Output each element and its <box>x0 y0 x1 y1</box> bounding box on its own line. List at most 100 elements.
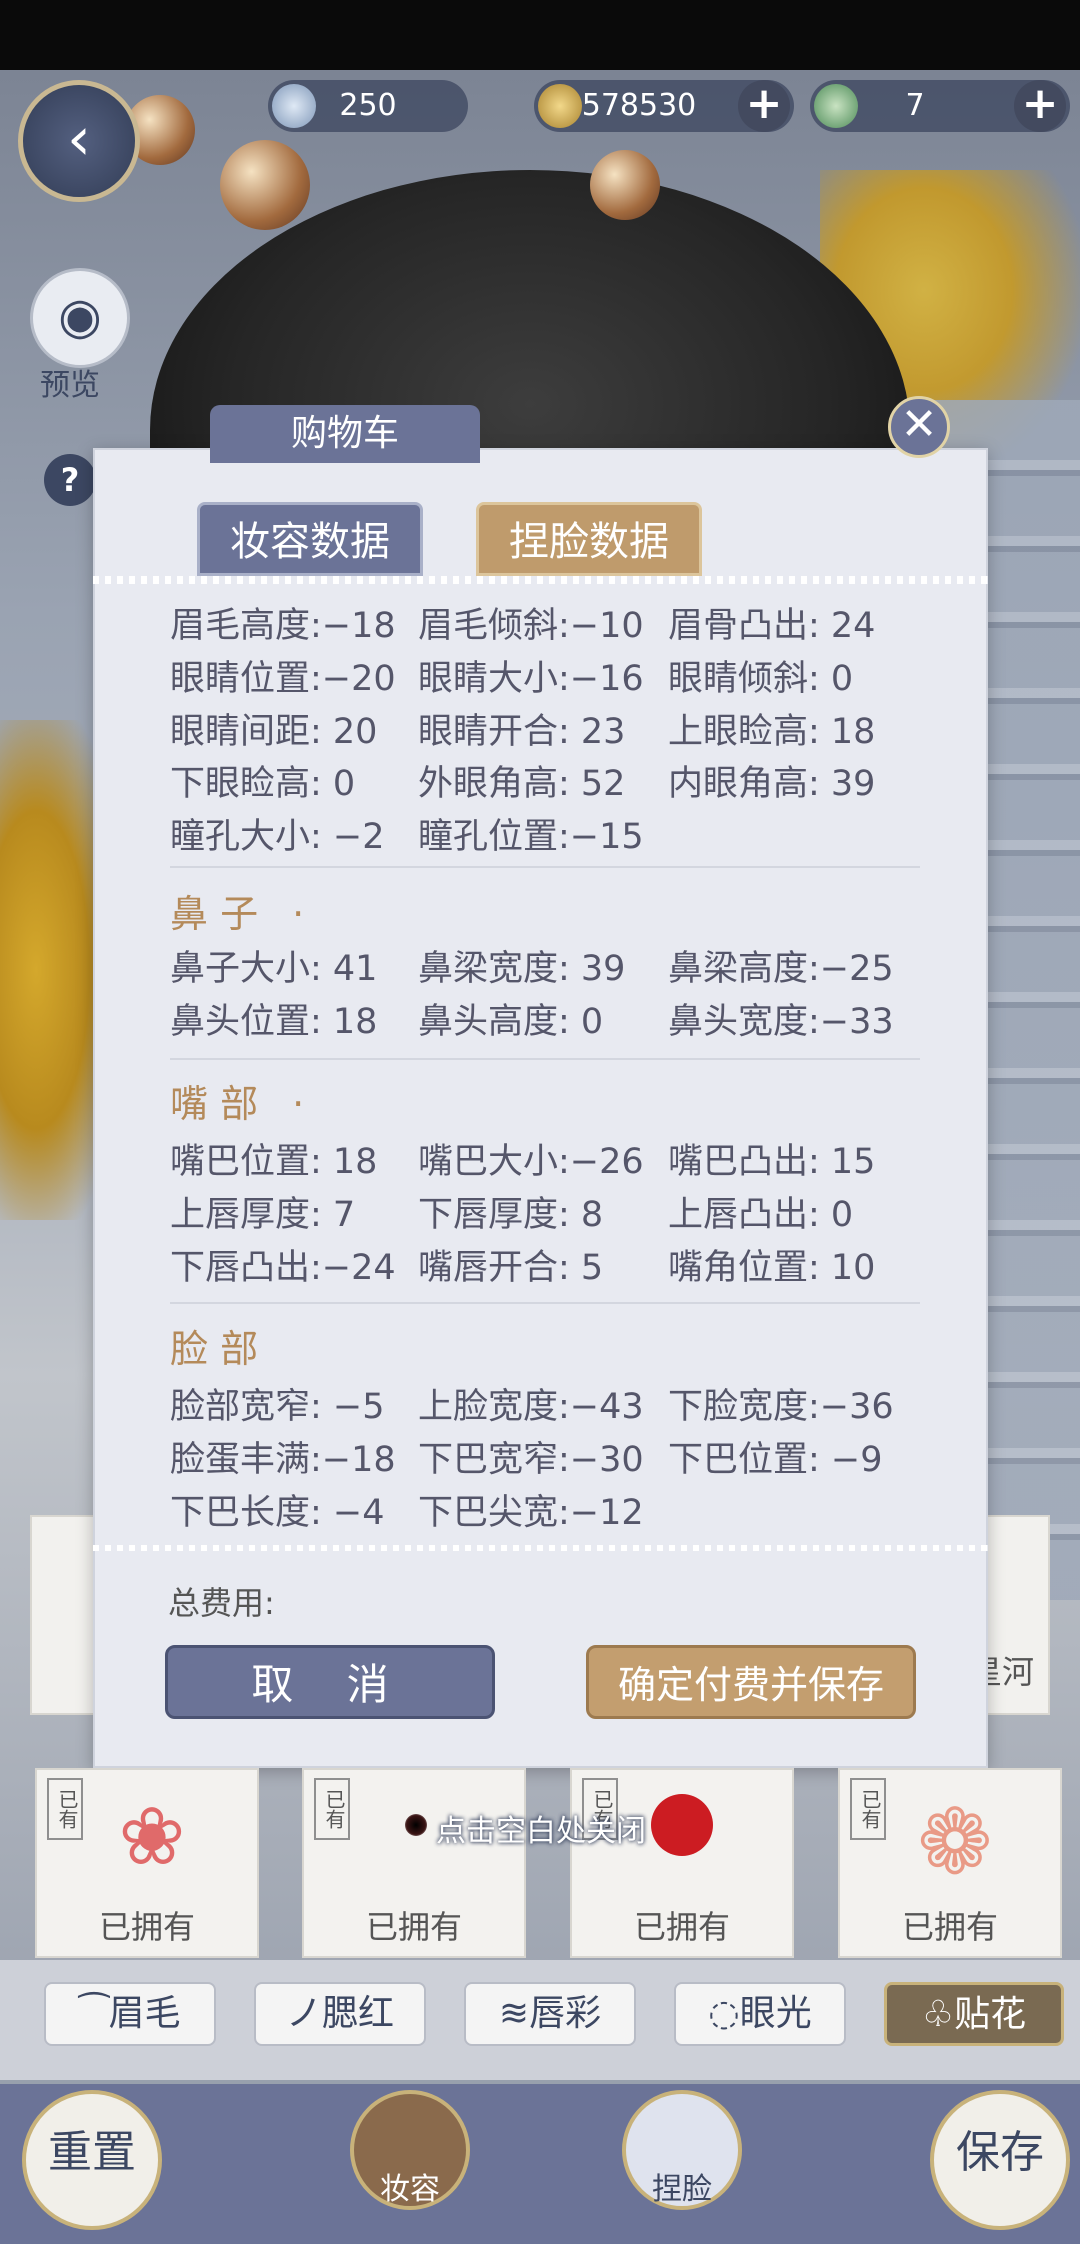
section-title-nose: 鼻 子 · <box>170 883 304 938</box>
category-blush[interactable]: ノ腮红 <box>254 1982 426 2046</box>
owned-tag: 已有 <box>850 1778 886 1840</box>
data-cell: 下唇厚度: 8 <box>418 1195 604 1235</box>
data-cell: 眉毛高度:−18 <box>170 606 396 646</box>
data-cell: 下眼睑高: 0 <box>170 764 356 804</box>
pinch-face-button[interactable]: 捏脸 <box>622 2090 742 2210</box>
category-eyebrow[interactable]: ⁀眉毛 <box>44 1982 216 2046</box>
data-cell: 鼻头宽度:−33 <box>668 1002 894 1042</box>
coin-value: 578530 <box>581 88 697 123</box>
category-label: 贴花 <box>954 1994 1027 2035</box>
owned-label: 已拥有 <box>901 1908 998 1946</box>
data-cell: 上唇厚度: 7 <box>170 1195 356 1235</box>
data-cell: 眼睛倾斜: 0 <box>668 659 854 699</box>
reset-label: 重置 <box>48 2127 136 2178</box>
data-cell: 眉毛倾斜:−10 <box>418 606 644 646</box>
modal-title: 购物车 <box>210 405 480 463</box>
data-cell: 眼睛位置:−20 <box>170 659 396 699</box>
data-cell: 上眼睑高: 18 <box>668 712 876 752</box>
coin-counter: 578530 + <box>534 80 794 132</box>
help-button[interactable]: ? <box>44 454 96 506</box>
hair-ornament <box>590 150 660 220</box>
total-cost-label: 总费用: <box>168 1584 275 1622</box>
add-tickets-button[interactable]: + <box>1014 80 1066 132</box>
data-cell: 鼻头位置: 18 <box>170 1002 378 1042</box>
jade-counter: 250 <box>268 80 468 132</box>
cancel-button[interactable]: 取 消 <box>165 1645 495 1719</box>
bottom-bar <box>0 2084 1080 2244</box>
data-cell: 内眼角高: 39 <box>668 764 876 804</box>
owned-tag: 已有 <box>47 1778 83 1840</box>
section-divider <box>170 1058 920 1060</box>
section-title-text: 脸 部 <box>170 1327 259 1371</box>
owned-label: 已拥有 <box>365 1908 462 1946</box>
section-dot: · <box>292 1082 305 1126</box>
data-cell: 下巴宽窄:−30 <box>418 1440 644 1480</box>
section-title-mouth: 嘴 部 · <box>170 1073 304 1128</box>
owned-label: 已拥有 <box>98 1908 195 1946</box>
item-card[interactable]: 已有 ❁ 已拥有 <box>838 1768 1062 1958</box>
makeup-label: 妆容 <box>380 2172 440 2207</box>
section-divider <box>170 866 920 868</box>
section-divider <box>170 1302 920 1304</box>
confirm-pay-save-button[interactable]: 确定付费并保存 <box>586 1645 916 1719</box>
category-label: 唇彩 <box>529 1993 602 2034</box>
tab-makeup-data[interactable]: 妆容数据 <box>197 502 423 576</box>
owned-tag: 已有 <box>314 1778 350 1840</box>
category-lipstick[interactable]: ≋唇彩 <box>464 1982 636 2046</box>
black-dot-sticker <box>405 1814 427 1836</box>
data-cell: 鼻梁宽度: 39 <box>418 949 626 989</box>
data-cell: 眉骨凸出: 24 <box>668 606 876 646</box>
section-title-text: 嘴 部 <box>170 1082 259 1126</box>
jade-value: 250 <box>339 88 397 123</box>
data-cell: 嘴巴大小:−26 <box>418 1142 644 1182</box>
data-cell: 鼻梁高度:−25 <box>668 949 894 989</box>
category-label: 眼光 <box>739 1993 812 2034</box>
data-cell: 上唇凸出: 0 <box>668 1195 854 1235</box>
eye-icon: ◉ <box>58 287 102 345</box>
save-label: 保存 <box>956 2127 1044 2178</box>
data-cell: 鼻头高度: 0 <box>418 1002 604 1042</box>
section-title-text: 鼻 子 <box>170 892 259 936</box>
data-cell: 嘴巴位置: 18 <box>170 1142 378 1182</box>
butterfly-back-icon: ‹ <box>67 104 91 174</box>
item-card[interactable]: 已有 ❀ 已拥有 <box>35 1768 259 1958</box>
category-label: 眉毛 <box>108 1993 181 2034</box>
tap-blank-to-close-hint: 点击空白处关闭 <box>436 1814 646 1849</box>
category-eye-highlight[interactable]: ◌眼光 <box>674 1982 846 2046</box>
data-cell: 鼻子大小: 41 <box>170 949 378 989</box>
ticket-value: 7 <box>905 88 925 123</box>
lotus-sticker-icon: ❁ <box>917 1790 993 1895</box>
data-cell: 下唇凸出:−24 <box>170 1248 396 1288</box>
tab-divider <box>93 576 988 584</box>
item-card[interactable]: 已有 已拥有 <box>302 1768 526 1958</box>
data-cell: 脸部宽窄: −5 <box>170 1387 385 1427</box>
data-cell: 下巴位置: −9 <box>668 1440 883 1480</box>
flower-sticker-icon: ❀ <box>118 1790 186 1883</box>
data-cell: 脸蛋丰满:−18 <box>170 1440 396 1480</box>
tab-face-data[interactable]: 捏脸数据 <box>476 502 702 576</box>
red-dot-sticker <box>651 1794 713 1856</box>
data-cell: 外眼角高: 52 <box>418 764 626 804</box>
data-cell: 瞳孔位置:−15 <box>418 817 644 857</box>
preview-button[interactable]: ◉ <box>30 268 130 368</box>
add-coins-button[interactable]: + <box>738 80 790 132</box>
back-button[interactable]: ‹ <box>18 80 140 202</box>
data-cell: 眼睛大小:−16 <box>418 659 644 699</box>
save-button[interactable]: 保存 <box>930 2090 1070 2230</box>
data-cell: 眼睛开合: 23 <box>418 712 626 752</box>
reset-button[interactable]: 重置 <box>22 2090 162 2230</box>
data-cell: 瞳孔大小: −2 <box>170 817 385 857</box>
data-cell: 嘴巴凸出: 15 <box>668 1142 876 1182</box>
category-sticker[interactable]: ♧贴花 <box>884 1982 1064 2046</box>
data-cell: 下巴长度: −4 <box>170 1493 385 1533</box>
makeup-mode-button[interactable]: 妆容 <box>350 2090 470 2210</box>
section-dot: · <box>292 892 305 936</box>
data-cell: 眼睛间距: 20 <box>170 712 378 752</box>
data-cell: 上脸宽度:−43 <box>418 1387 644 1427</box>
preview-label: 预览 <box>40 368 100 403</box>
category-label: 腮红 <box>322 1993 395 2034</box>
data-cell: 嘴角位置: 10 <box>668 1248 876 1288</box>
close-button[interactable]: ✕ <box>888 396 950 458</box>
ticket-counter: 7 + <box>810 80 1070 132</box>
data-cell: 下脸宽度:−36 <box>668 1387 894 1427</box>
